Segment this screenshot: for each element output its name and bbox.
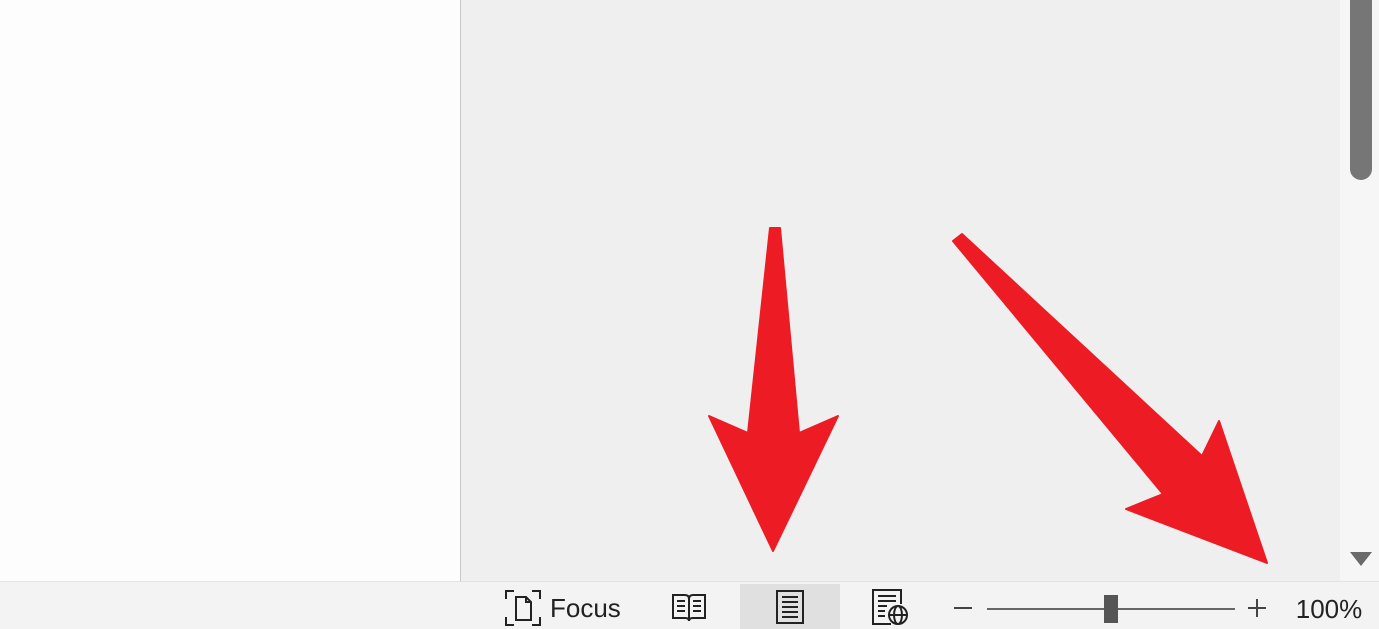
zoom-slider-thumb[interactable] bbox=[1104, 595, 1118, 623]
word-window: Focus 100% bbox=[0, 0, 1379, 629]
zoom-out-button[interactable] bbox=[950, 590, 976, 626]
web-layout-icon bbox=[872, 589, 908, 625]
document-canvas[interactable] bbox=[461, 0, 1340, 581]
scroll-down-arrow-icon[interactable] bbox=[1348, 548, 1374, 570]
status-bar: Focus 100% bbox=[0, 581, 1379, 629]
zoom-level[interactable]: 100% bbox=[1284, 592, 1374, 626]
vertical-scrollbar[interactable] bbox=[1340, 0, 1379, 581]
scrollbar-thumb[interactable] bbox=[1350, 0, 1372, 180]
document-page[interactable] bbox=[0, 0, 461, 581]
focus-label: Focus bbox=[550, 592, 621, 623]
zoom-in-button[interactable] bbox=[1244, 590, 1270, 626]
web-layout-button[interactable] bbox=[840, 584, 940, 629]
print-layout-button[interactable] bbox=[740, 584, 840, 629]
focus-icon bbox=[505, 590, 541, 626]
read-mode-button[interactable] bbox=[639, 584, 739, 629]
focus-button[interactable]: Focus bbox=[498, 588, 627, 628]
book-icon bbox=[672, 594, 706, 622]
page-layout-icon bbox=[776, 590, 804, 624]
